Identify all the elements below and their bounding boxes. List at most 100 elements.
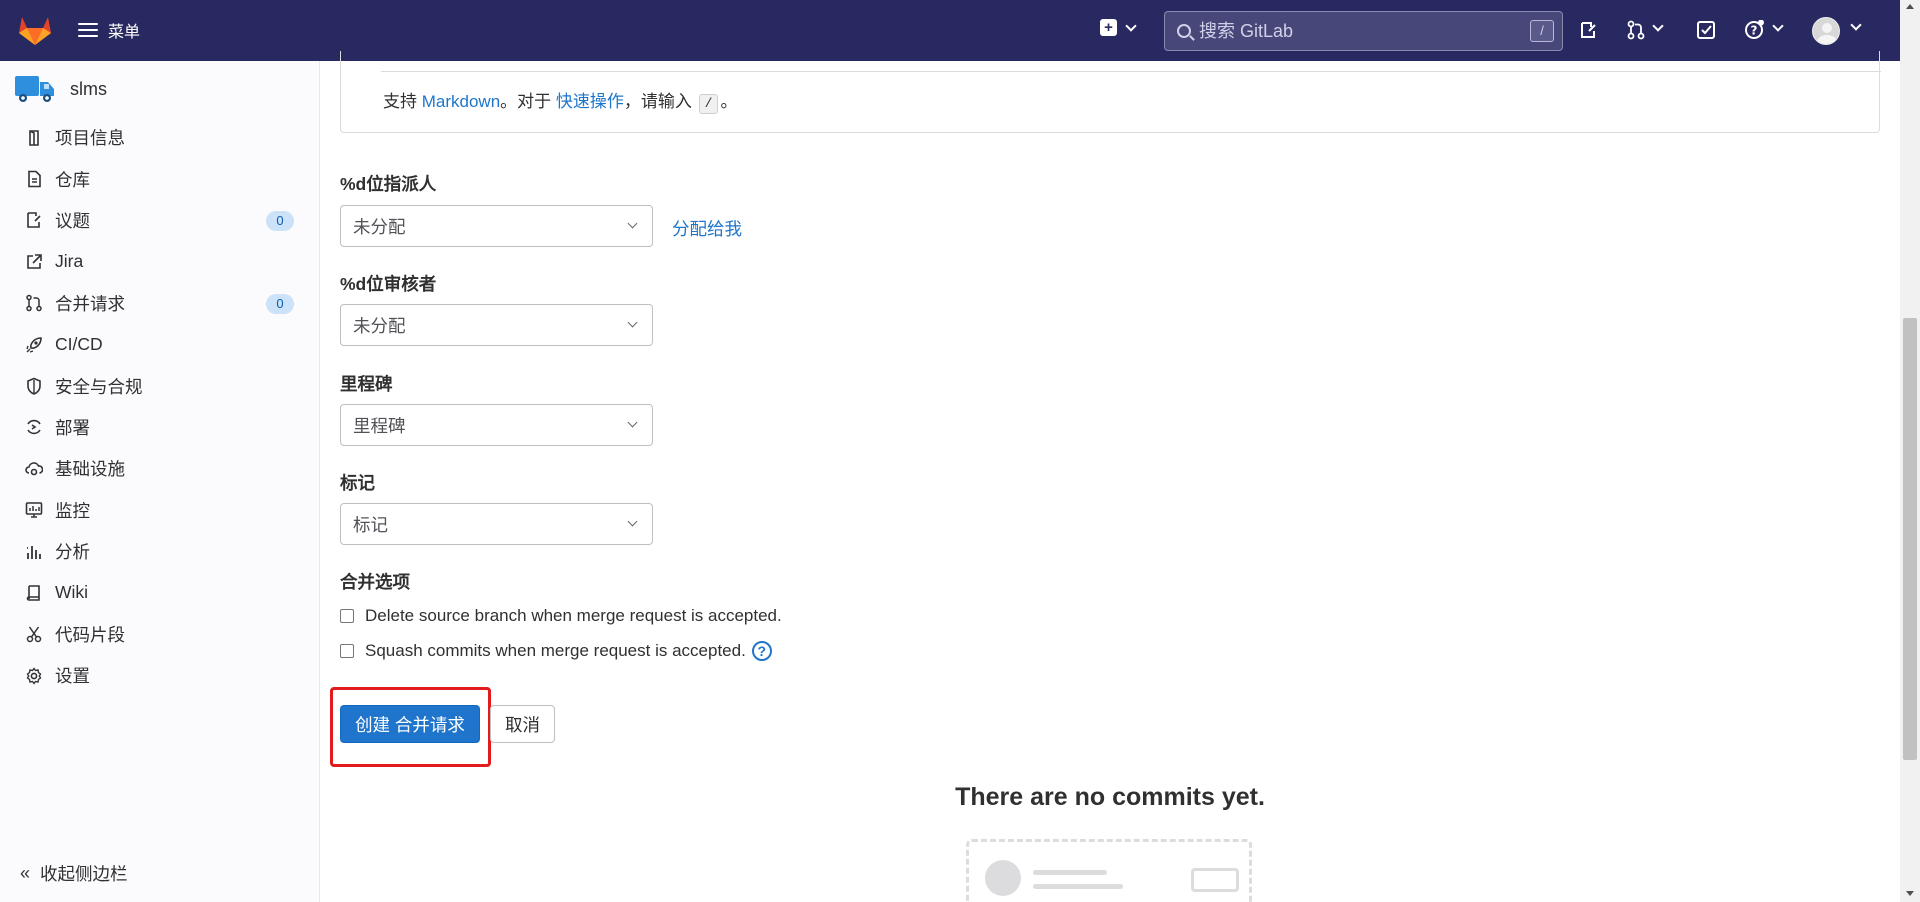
truck-icon [14,73,56,105]
reviewer-value: 未分配 [353,315,406,336]
sidebar-item-label: 安全与合规 [55,376,143,397]
sidebar-item-project-info[interactable]: 项目信息 [0,117,320,158]
gitlab-logo-icon[interactable] [18,14,52,46]
sidebar-item-label: 议题 [55,210,90,231]
squash-commits-checkbox[interactable] [340,644,354,658]
chevron-down-icon [627,218,638,229]
issues-icon [24,210,44,230]
illustration-rect [1191,868,1239,892]
delete-source-branch-checkbox[interactable] [340,609,354,623]
scrollbar-thumb[interactable] [1903,318,1917,760]
search-input[interactable] [1199,20,1519,42]
document-icon [24,169,44,189]
assignee-value: 未分配 [353,216,406,237]
user-avatar[interactable] [1812,17,1840,45]
squash-commits-label: Squash commits when merge request is acc… [365,641,746,660]
collapse-sidebar-label: 收起侧边栏 [40,864,128,884]
sidebar-item-label: CI/CD [55,334,103,355]
menu-label: 菜单 [108,24,141,41]
sidebar-item-deployments[interactable]: 部署 [0,407,320,448]
merge-options-label: 合并选项 [340,572,410,592]
create-merge-request-button[interactable]: 创建 合并请求 [340,705,480,743]
sidebar: slms 项目信息 仓库 议题 0 Jira 合并请求 0 CI/CD 安全与合… [0,61,320,902]
help-nav-icon[interactable]: ? [1744,19,1786,40]
shield-icon [24,376,44,396]
svg-text:?: ? [1751,24,1758,38]
empty-state-illustration [966,839,1252,902]
sidebar-item-security[interactable]: 安全与合规 [0,365,320,406]
sidebar-item-label: 监控 [55,500,90,521]
sidebar-nav: 项目信息 仓库 议题 0 Jira 合并请求 0 CI/CD 安全与合规 部署 … [0,117,320,696]
quick-actions-link[interactable]: 快速操作 [556,92,624,111]
hint-text: 支持 [383,92,422,111]
sidebar-item-monitor[interactable]: 监控 [0,490,320,531]
scroll-down-arrow-icon[interactable] [1906,891,1914,896]
slash-key: / [698,94,719,114]
labels-value: 标记 [353,514,388,535]
cloud-gear-icon [24,459,44,479]
delete-source-branch-label: Delete source branch when merge request … [365,606,782,625]
chevron-down-icon [1652,20,1664,32]
illustration-circle [985,860,1021,896]
collapse-sidebar-button[interactable]: « 收起侧边栏 [20,861,128,886]
sidebar-item-issues[interactable]: 议题 0 [0,200,320,241]
todo-nav-icon[interactable] [1696,20,1716,40]
main-menu-button[interactable]: 菜单 [78,18,140,42]
sidebar-item-merge-requests[interactable]: 合并请求 0 [0,283,320,324]
new-item-dropdown[interactable]: + [1100,19,1137,36]
assign-to-me-link[interactable]: 分配给我 [672,216,742,241]
sidebar-item-analytics[interactable]: 分析 [0,531,320,572]
sidebar-item-label: 设置 [55,666,90,687]
book-icon [24,583,44,603]
sidebar-item-label: Wiki [55,582,89,603]
sidebar-item-repository[interactable]: 仓库 [0,158,320,199]
page-scrollbar[interactable] [1900,0,1920,902]
sidebar-item-label: 基础设施 [55,459,125,480]
sidebar-item-infrastructure[interactable]: 基础设施 [0,448,320,489]
sidebar-item-jira[interactable]: Jira [0,241,320,282]
hint-text: ，请输入 [623,92,697,111]
sidebar-item-cicd[interactable]: CI/CD [0,324,320,365]
merge-requests-nav-icon[interactable] [1626,20,1666,40]
assignee-select[interactable]: 未分配 [340,205,653,247]
question-circle-icon[interactable]: ? [751,641,772,661]
sidebar-item-settings[interactable]: 设置 [0,655,320,696]
gear-icon [24,666,44,686]
project-header[interactable]: slms [14,73,107,105]
illustration-line [1033,884,1123,889]
sidebar-item-label: Jira [55,251,84,272]
sidebar-item-wiki[interactable]: Wiki [0,572,320,613]
count-badge: 0 [266,210,294,231]
hamburger-icon [78,23,98,37]
chevron-down-icon [1125,19,1137,32]
labels-label: 标记 [340,473,375,493]
sidebar-item-snippets[interactable]: 代码片段 [0,614,320,655]
delete-source-branch-option[interactable]: Delete source branch when merge request … [340,606,782,626]
chevron-down-icon[interactable] [1850,19,1862,31]
monitor-icon [24,500,44,520]
reviewer-label: %d位审核者 [340,274,437,294]
plus-square-icon: + [1100,19,1117,36]
deploy-icon [24,417,44,437]
chevron-down-icon [627,417,638,428]
merge-request-icon [24,293,44,313]
scissors-icon [24,624,44,644]
scroll-up-arrow-icon[interactable] [1906,4,1914,9]
squash-commits-option[interactable]: Squash commits when merge request is acc… [340,641,772,661]
issues-nav-icon[interactable] [1578,20,1598,40]
external-link-icon [24,252,44,272]
rocket-icon [24,335,44,355]
illustration-line [1033,870,1107,875]
milestone-select[interactable]: 里程碑 [340,404,653,446]
labels-select[interactable]: 标记 [340,503,653,545]
reviewer-select[interactable]: 未分配 [340,304,653,346]
markdown-link[interactable]: Markdown [422,92,500,111]
chevron-down-icon [627,317,638,328]
main-content: 支持 Markdown。对于 快速操作，请输入 /。 %d位指派人 未分配 分配… [320,51,1900,902]
divider [381,71,1881,72]
milestone-label: 里程碑 [340,374,393,394]
sidebar-item-label: 代码片段 [55,624,125,645]
search-box[interactable]: / [1164,11,1563,51]
cancel-button[interactable]: 取消 [490,705,555,743]
description-editor[interactable]: 支持 Markdown。对于 快速操作，请输入 /。 [340,51,1881,133]
